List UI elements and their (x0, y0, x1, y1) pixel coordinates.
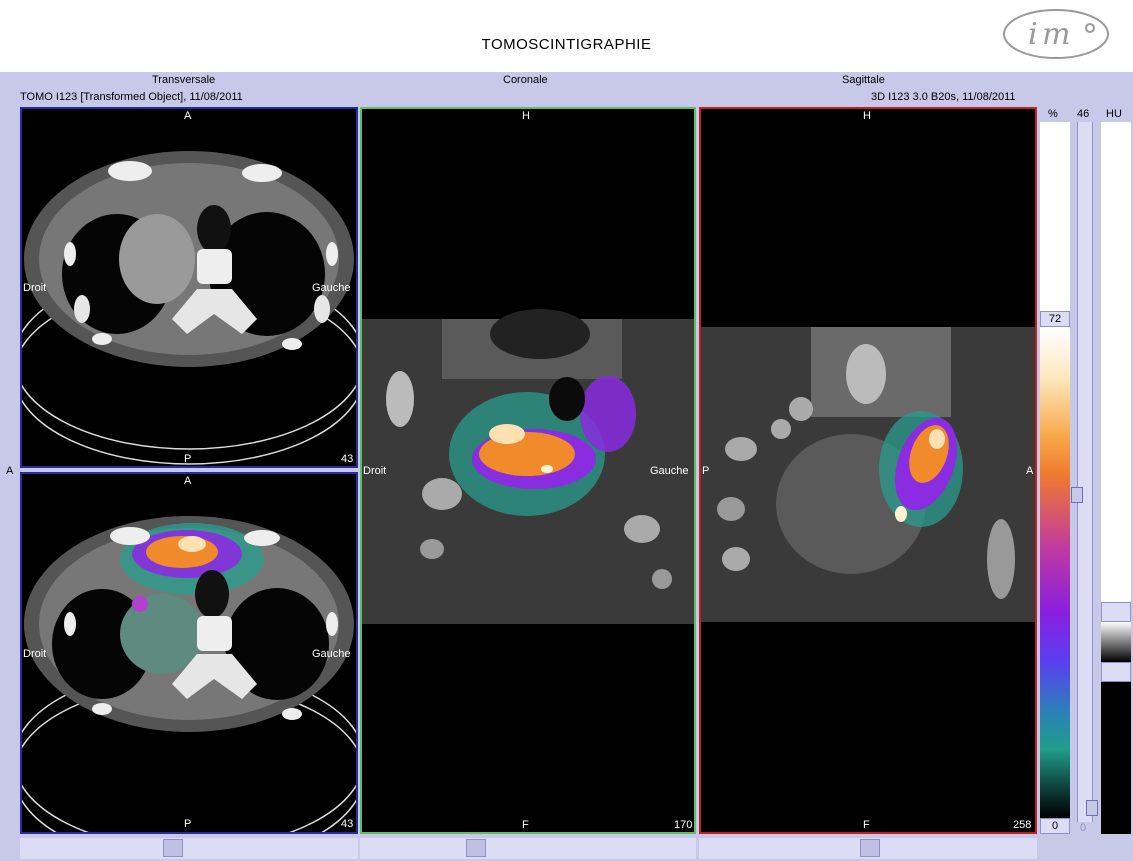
coronal-fused-image (362, 309, 694, 624)
window-slider-knob-lower[interactable] (1086, 800, 1098, 816)
coronal-viewport[interactable]: H F Droit Gauche 170 (360, 107, 696, 834)
window-slider-knob-upper[interactable] (1071, 487, 1083, 503)
orientation-left: Droit (23, 648, 47, 660)
colorscale-max-input[interactable]: 72 (1040, 311, 1070, 327)
fused-axial-image (22, 516, 356, 832)
hu-black-band (1101, 682, 1131, 834)
orientation-right: Gauche (312, 282, 351, 294)
window-min-label: 0 (1080, 822, 1087, 834)
axial-scrollbar[interactable] (20, 838, 358, 859)
page-title: TOMOSCINTIGRAPHIE (481, 36, 652, 53)
sagittal-fused-image (701, 327, 1035, 622)
orientation-bottom: F (522, 819, 529, 831)
window-value-label: 46 (1077, 108, 1090, 120)
orientation-top: A (184, 110, 192, 122)
orientation-bottom: F (863, 819, 870, 831)
slice-number: 43 (341, 818, 354, 830)
side-orientation-marker: A (6, 465, 14, 477)
sagittal-scroll-thumb[interactable] (860, 839, 880, 857)
orientation-bottom: P (184, 818, 192, 830)
ct-axial-viewport[interactable]: A P Droit Gauche 43 (20, 107, 358, 468)
coronal-scrollbar[interactable] (360, 838, 696, 859)
ct-axial-image (22, 151, 356, 465)
colorscale-min-input[interactable]: 0 (1040, 818, 1070, 834)
orientation-right: Gauche (650, 465, 689, 477)
im-logo-icon: i m (1003, 9, 1109, 59)
axial-scroll-thumb[interactable] (163, 839, 183, 857)
orientation-top: A (184, 475, 192, 487)
hu-slider-upper[interactable] (1101, 602, 1131, 622)
slice-number: 258 (1013, 819, 1032, 831)
series-info-right: 3D I123 3.0 B20s, 11/08/2011 (871, 91, 1016, 103)
slice-number: 170 (674, 819, 693, 831)
hu-label: HU (1106, 108, 1122, 120)
view-label-sagittale: Sagittale (842, 74, 885, 86)
pet-colorscale-bar (1040, 328, 1070, 818)
view-label-coronale: Coronale (503, 74, 548, 86)
svg-text:i: i (1028, 17, 1038, 52)
orientation-right: Gauche (312, 648, 351, 660)
orientation-left: Droit (23, 282, 47, 294)
orientation-top: H (863, 110, 871, 122)
fused-axial-viewport[interactable]: A P Droit Gauche 43 (20, 472, 358, 834)
window-slider-track[interactable] (1077, 122, 1093, 822)
sagittal-viewport[interactable]: H F P A 258 (699, 107, 1037, 834)
orientation-right: A (1026, 465, 1034, 477)
hu-slider-lower[interactable] (1101, 662, 1131, 682)
orientation-bottom: P (184, 453, 192, 465)
coronal-scroll-thumb[interactable] (466, 839, 486, 857)
series-info-left: TOMO I123 [Transformed Object], 11/08/20… (20, 91, 243, 103)
report-header: TOMOSCINTIGRAPHIE i m (0, 0, 1133, 72)
view-label-transversale: Transversale (152, 74, 216, 86)
orientation-top: H (522, 110, 530, 122)
orientation-left: P (702, 465, 710, 477)
svg-text:m: m (1042, 17, 1070, 52)
orientation-left: Droit (363, 465, 387, 477)
hu-grayscale-bar (1101, 122, 1131, 834)
slice-number: 43 (341, 453, 354, 465)
hu-gradient (1101, 622, 1131, 662)
colorscale-unit-label: % (1048, 108, 1058, 120)
